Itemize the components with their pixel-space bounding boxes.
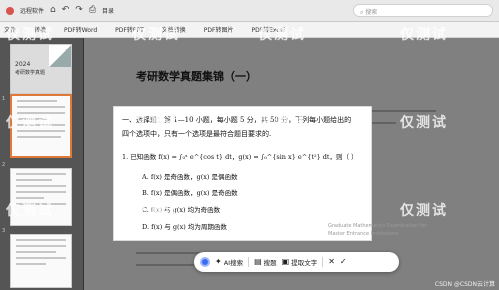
- image-text-icon: ▣: [281, 257, 290, 266]
- thumbnail-page-1[interactable]: 2024 考研数学真题: [10, 44, 72, 94]
- watermark-text: 仅测试: [258, 203, 306, 219]
- watermark-text: 仅测试: [258, 27, 306, 43]
- cover-title: 考研数学真题: [15, 70, 46, 76]
- question-1: 1. 已知函数 f(x) = ∫₀ˣ e^{cos t} dt，g(x) = ∫…: [122, 153, 358, 161]
- home-icon[interactable]: ⌂: [50, 6, 56, 15]
- ai-search-button[interactable]: ✦ AI搜索: [215, 257, 244, 268]
- option-d: D. f(x) 与 g(x) 均为周期函数: [142, 223, 227, 231]
- watermark-text: 仅测试: [132, 115, 180, 131]
- thumbnail-page-number: 2: [2, 162, 6, 168]
- watermark-text: 仅测试: [6, 115, 54, 131]
- page-thumbnail-panel: 2024 考研数学真题 1 2 3: [0, 38, 84, 290]
- search-input[interactable]: ⌕ 搜索: [353, 4, 493, 17]
- sparkle-icon: ✦: [215, 257, 222, 266]
- search-placeholder: 搜索: [365, 9, 378, 16]
- english-watermark-line-1: Graduate Mathematics Examination for: [328, 223, 427, 229]
- watermark-text: 仅测试: [132, 203, 180, 219]
- watermark-text: 仅测试: [132, 27, 180, 43]
- tab-pdf-to-image[interactable]: PDF转图片: [204, 25, 234, 34]
- toolbar-divider: [248, 257, 250, 267]
- watermark-text: 仅测试: [400, 27, 448, 43]
- search-question-button[interactable]: ▤ 搜题: [254, 257, 277, 268]
- question-search-icon: ▤: [254, 257, 262, 266]
- english-watermark-line-2: Master Entrance Institutions: [328, 231, 399, 237]
- redo-icon[interactable]: ↷: [75, 6, 83, 15]
- ocr-floating-toolbar: ✦ AI搜索 ▤ 搜题 ▣ 提取文字 ✕ ✓: [194, 252, 399, 272]
- thumbnail-page-number: 1: [2, 96, 6, 102]
- watermark-text: 仅测试: [6, 203, 54, 219]
- app-logo-icon: [6, 6, 14, 15]
- search-question-label: 搜题: [263, 259, 277, 267]
- extract-text-label: 提取文字: [291, 259, 318, 267]
- source-credit: CSDN @CSDN云计算: [434, 281, 495, 288]
- watermark-text: 仅测试: [400, 115, 448, 131]
- confirm-button[interactable]: ✓: [340, 258, 347, 266]
- watermark-text: 仅测试: [258, 115, 306, 131]
- cover-year: 2024: [15, 61, 31, 68]
- ai-search-label: AI搜索: [223, 259, 244, 267]
- option-b: B. f(x) 是偶函数，g(x) 是奇函数: [142, 189, 238, 197]
- option-a: A. f(x) 是奇函数，g(x) 是偶函数: [142, 173, 238, 181]
- watermark-text: 仅测试: [6, 27, 54, 43]
- watermark-text: 仅测试: [400, 203, 448, 219]
- thumbnail-page-number: 3: [2, 228, 6, 234]
- close-icon: ✕: [328, 257, 335, 266]
- undo-icon[interactable]: ↶: [62, 6, 70, 15]
- thumbnail-page-4[interactable]: [10, 234, 72, 288]
- print-icon[interactable]: ⎙: [89, 6, 96, 15]
- extract-text-button[interactable]: ▣ 提取文字: [281, 257, 318, 268]
- cover-corner-decoration: [49, 45, 71, 67]
- assistant-logo-icon: [200, 257, 210, 267]
- toolbar-divider: [322, 257, 324, 267]
- toolbar-item-toc[interactable]: 目录: [102, 6, 114, 15]
- top-toolbar: 远程软件 ⌂ ↶ ↷ ⎙ 目录 ⌕ 搜索: [0, 0, 499, 22]
- tab-pdf-to-word[interactable]: PDF转Word: [64, 25, 97, 34]
- close-button[interactable]: ✕: [328, 258, 335, 266]
- toolbar-item-remote[interactable]: 远程软件: [20, 6, 44, 15]
- check-icon: ✓: [339, 257, 347, 266]
